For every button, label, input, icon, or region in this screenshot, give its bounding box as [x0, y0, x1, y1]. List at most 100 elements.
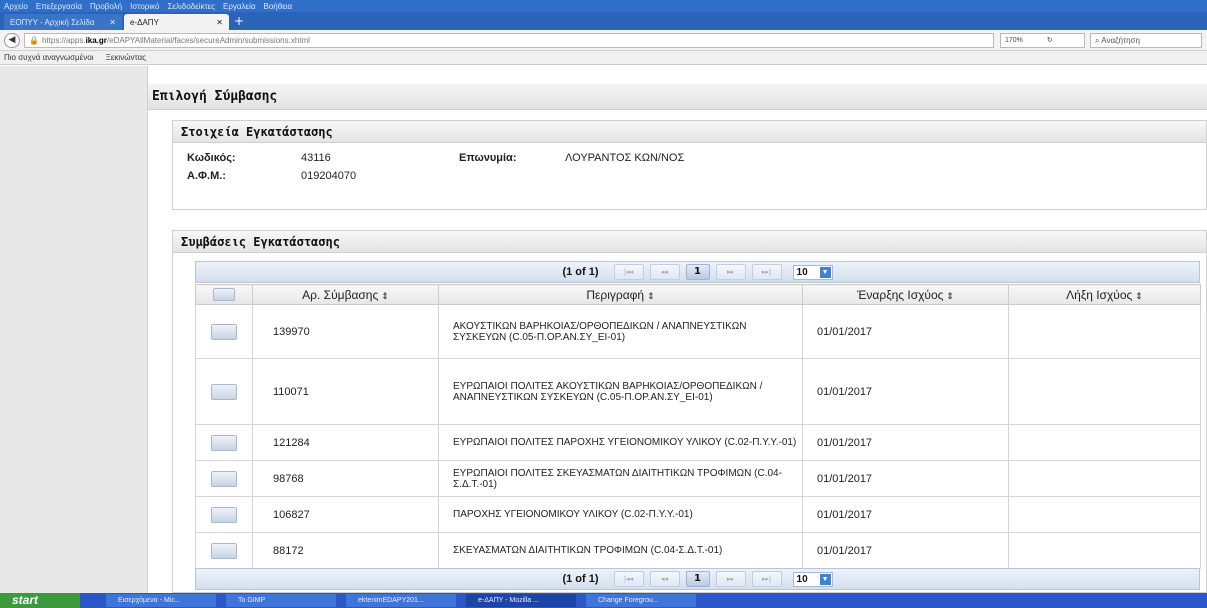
next-page-button[interactable]: ▸▸: [715, 571, 746, 587]
code-label: Κωδικός:: [187, 152, 236, 164]
column-contract-number[interactable]: Αρ. Σύμβασης ⇕: [252, 284, 439, 305]
contract-end-date: [1008, 304, 1201, 359]
menu-view[interactable]: Προβολή: [90, 2, 122, 11]
contract-end-date: [1008, 358, 1201, 425]
contract-description: ΕΥΡΩΠΑΙΟΙ ΠΟΛΙΤΕΣ ΠΑΡΟΧΗΣ ΥΓΕΙΟΝΟΜΙΚΟΥ Υ…: [438, 424, 803, 461]
table-row[interactable]: 139970 ΑΚΟΥΣΤΙΚΩΝ ΒΑΡΗΚΟΙΑΣ/ΟΡΘΟΠΕΔΙΚΩΝ …: [195, 304, 1201, 359]
rows-per-page-select[interactable]: 10 ▼: [792, 571, 833, 587]
column-end-date[interactable]: Λήξη Ισχύος ⇕: [1008, 284, 1201, 305]
afm-value: 019204070: [301, 170, 357, 182]
contract-number: 88172: [252, 532, 439, 569]
contract-start-date: 01/01/2017: [802, 532, 1009, 569]
prev-page-button[interactable]: ◂◂: [649, 264, 680, 280]
search-input[interactable]: ⌕ Αναζήτηση: [1090, 33, 1202, 48]
select-all-header[interactable]: [195, 284, 253, 305]
menu-tools[interactable]: Εργαλεία: [223, 2, 255, 11]
taskbar-item-mail[interactable]: Εισερχόμενα - Mic...: [106, 594, 216, 607]
sort-icon[interactable]: ⇕: [946, 291, 954, 301]
chevron-down-icon: ▼: [819, 573, 831, 585]
bookmark-most-visited[interactable]: Πιο συχνά αναγνωσμένοι: [4, 53, 93, 62]
contract-end-date: [1008, 460, 1201, 497]
taskbar-item-gimp[interactable]: To GIMP: [226, 594, 336, 607]
contract-start-date: 01/01/2017: [802, 424, 1009, 461]
close-icon[interactable]: ✕: [216, 18, 223, 27]
next-page-button[interactable]: ▸▸: [715, 264, 746, 280]
table-row[interactable]: 88172 ΣΚΕΥΑΣΜΑΤΩΝ ΔΙΑΙΤΗΤΙΚΩΝ ΤΡΟΦΙΜΩΝ (…: [195, 532, 1201, 569]
row-select-checkbox[interactable]: [211, 542, 237, 559]
zoom-indicator[interactable]: 170% ↻: [1000, 33, 1085, 48]
table-row[interactable]: 106827 ΠΑΡΟΧΗΣ ΥΓΕΙΟΝΟΜΙΚΟΥ ΥΛΙΚΟΥ (C.02…: [195, 496, 1201, 533]
search-placeholder: Αναζήτηση: [1101, 36, 1140, 45]
column-start-date[interactable]: Έναρξης Ισχύος ⇕: [802, 284, 1009, 305]
row-select-checkbox[interactable]: [211, 470, 237, 487]
table-row[interactable]: 110071 ΕΥΡΩΠΑΙΟΙ ΠΟΛΙΤΕΣ ΑΚΟΥΣΤΙΚΩΝ ΒΑΡΗ…: [195, 358, 1201, 425]
back-button[interactable]: ◀: [4, 33, 20, 48]
taskbar-item-document[interactable]: ektenimEDAPY201...: [346, 594, 456, 607]
tab-label: ΕΟΠΥΥ - Αρχική Σελίδα: [10, 17, 95, 27]
row-select-cell[interactable]: [195, 358, 253, 425]
row-select-cell[interactable]: [195, 496, 253, 533]
url-path: /eDAPYAllMaterial/faces/secureAdmin/subm…: [106, 36, 310, 45]
contract-description: ΕΥΡΩΠΑΙΟΙ ΠΟΛΙΤΕΣ ΣΚΕΥΑΣΜΑΤΩΝ ΔΙΑΙΤΗΤΙΚΩ…: [438, 460, 803, 497]
bookmark-getting-started[interactable]: Ξεκινώντας: [106, 53, 146, 62]
url-bar[interactable]: 🔒 https://apps.ika.gr/eDAPYAllMaterial/fa…: [24, 33, 994, 48]
contract-number: 98768: [252, 460, 439, 497]
last-page-button[interactable]: ▸▸|: [751, 571, 782, 587]
row-select-cell[interactable]: [195, 532, 253, 569]
column-label: Έναρξης Ισχύος: [857, 287, 944, 302]
menu-edit[interactable]: Επεξεργασία: [36, 2, 82, 11]
contracts-panel-header: Συμβάσεις Εγκατάστασης: [173, 231, 1206, 253]
prev-page-button[interactable]: ◂◂: [649, 571, 680, 587]
page-1-button[interactable]: 1: [685, 264, 710, 280]
sort-icon[interactable]: ⇕: [381, 291, 389, 301]
table-row[interactable]: 98768 ΕΥΡΩΠΑΙΟΙ ΠΟΛΙΤΕΣ ΣΚΕΥΑΣΜΑΤΩΝ ΔΙΑΙ…: [195, 460, 1201, 497]
windows-taskbar: start Εισερχόμενα - Mic... To GIMP ekten…: [0, 593, 1207, 608]
row-select-cell[interactable]: [195, 304, 253, 359]
select-all-checkbox[interactable]: [213, 288, 235, 301]
taskbar-item-firefox[interactable]: e-ΔΑΠΥ - Mozilla ...: [466, 594, 576, 607]
start-button[interactable]: start: [0, 593, 80, 608]
row-select-cell[interactable]: [195, 424, 253, 461]
sort-icon[interactable]: ⇕: [1135, 291, 1143, 301]
contract-end-date: [1008, 496, 1201, 533]
close-icon[interactable]: ✕: [109, 18, 116, 27]
reload-icon[interactable]: ↻: [1047, 37, 1053, 44]
menu-file[interactable]: Αρχείο: [4, 2, 28, 11]
new-tab-button[interactable]: +: [234, 14, 244, 28]
page-1-button[interactable]: 1: [685, 571, 710, 587]
left-side-pane: [0, 66, 148, 593]
url-host: ika.gr: [85, 36, 107, 45]
search-icon: ⌕: [1095, 36, 1100, 45]
row-select-checkbox[interactable]: [211, 323, 237, 340]
row-select-checkbox[interactable]: [211, 383, 237, 400]
contract-number: 121284: [252, 424, 439, 461]
taskbar-item-change-foreground[interactable]: Change Foregrou...: [586, 594, 696, 607]
menu-history[interactable]: Ιστορικό: [130, 2, 159, 11]
zoom-level: 170%: [1005, 37, 1023, 44]
top-paginator: (1 of 1) |◂◂ ◂◂ 1 ▸▸ ▸▸| 10 ▼: [195, 261, 1200, 283]
task-label: e-ΔΑΠΥ - Mozilla ...: [478, 597, 539, 604]
row-select-checkbox[interactable]: [211, 434, 237, 451]
rows-per-page-select[interactable]: 10 ▼: [792, 264, 833, 280]
sort-icon[interactable]: ⇕: [647, 291, 655, 301]
url-prefix: https://apps.: [41, 36, 86, 45]
row-select-cell[interactable]: [195, 460, 253, 497]
afm-label: Α.Φ.Μ.:: [187, 170, 226, 182]
main-content: Επιλογή Σύμβασης Στοιχεία Εγκατάστασης Κ…: [148, 66, 1207, 593]
start-label: start: [12, 593, 39, 607]
back-arrow-icon: ◀: [8, 35, 16, 45]
bottom-paginator: (1 of 1) |◂◂ ◂◂ 1 ▸▸ ▸▸| 10 ▼: [195, 568, 1200, 590]
contract-number: 139970: [252, 304, 439, 359]
column-description[interactable]: Περιγραφή ⇕: [438, 284, 803, 305]
tab-eopyy-home[interactable]: ΕΟΠΥΥ - Αρχική Σελίδα ✕: [4, 14, 122, 30]
tab-edapy[interactable]: e-ΔΑΠΥ ✕: [124, 14, 229, 30]
first-page-button[interactable]: |◂◂: [613, 571, 644, 587]
first-page-button[interactable]: |◂◂: [613, 264, 644, 280]
table-row[interactable]: 121284 ΕΥΡΩΠΑΙΟΙ ΠΟΛΙΤΕΣ ΠΑΡΟΧΗΣ ΥΓΕΙΟΝΟ…: [195, 424, 1201, 461]
last-page-button[interactable]: ▸▸|: [751, 264, 782, 280]
row-select-checkbox[interactable]: [211, 506, 237, 523]
contract-description: ΣΚΕΥΑΣΜΑΤΩΝ ΔΙΑΙΤΗΤΙΚΩΝ ΤΡΟΦΙΜΩΝ (C.04-Σ…: [438, 532, 803, 569]
menu-help[interactable]: Βοήθεια: [264, 2, 293, 11]
task-label: Εισερχόμενα - Mic...: [118, 597, 181, 604]
menu-bookmarks[interactable]: Σελιδοδείκτες: [167, 2, 215, 11]
